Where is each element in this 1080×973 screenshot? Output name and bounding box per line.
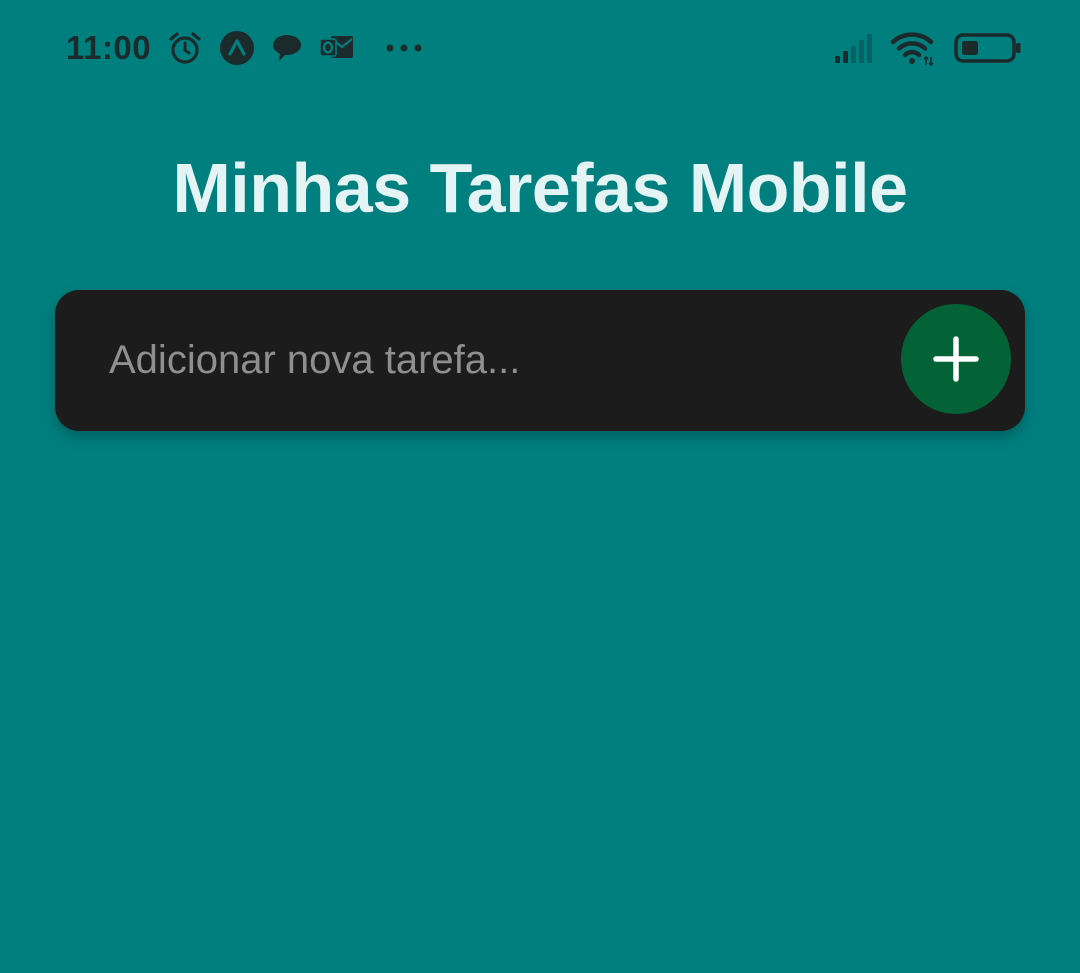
new-task-input[interactable] [109, 320, 889, 400]
status-bar-right [818, 28, 1022, 68]
page-title: Minhas Tarefas Mobile [172, 149, 908, 227]
add-task-button[interactable] [901, 304, 1011, 414]
battery-icon [954, 32, 1022, 64]
signal-icon [834, 32, 874, 64]
alarm-icon [167, 30, 203, 66]
status-bar-left: 11:00 [66, 26, 439, 70]
wifi-icon [890, 30, 936, 66]
status-time: 11:00 [66, 29, 152, 66]
plus-icon [932, 335, 980, 383]
task-input-card [55, 290, 1025, 431]
outlook-icon [319, 32, 355, 64]
chat-bubble-icon [271, 32, 303, 64]
status-bar: 11:00 [0, 0, 1080, 96]
app-a-icon [219, 30, 255, 66]
more-dots-icon [385, 43, 423, 53]
app-screen: 11:00 Minhas Tarefas Mobile Adicionar no… [0, 0, 1080, 973]
